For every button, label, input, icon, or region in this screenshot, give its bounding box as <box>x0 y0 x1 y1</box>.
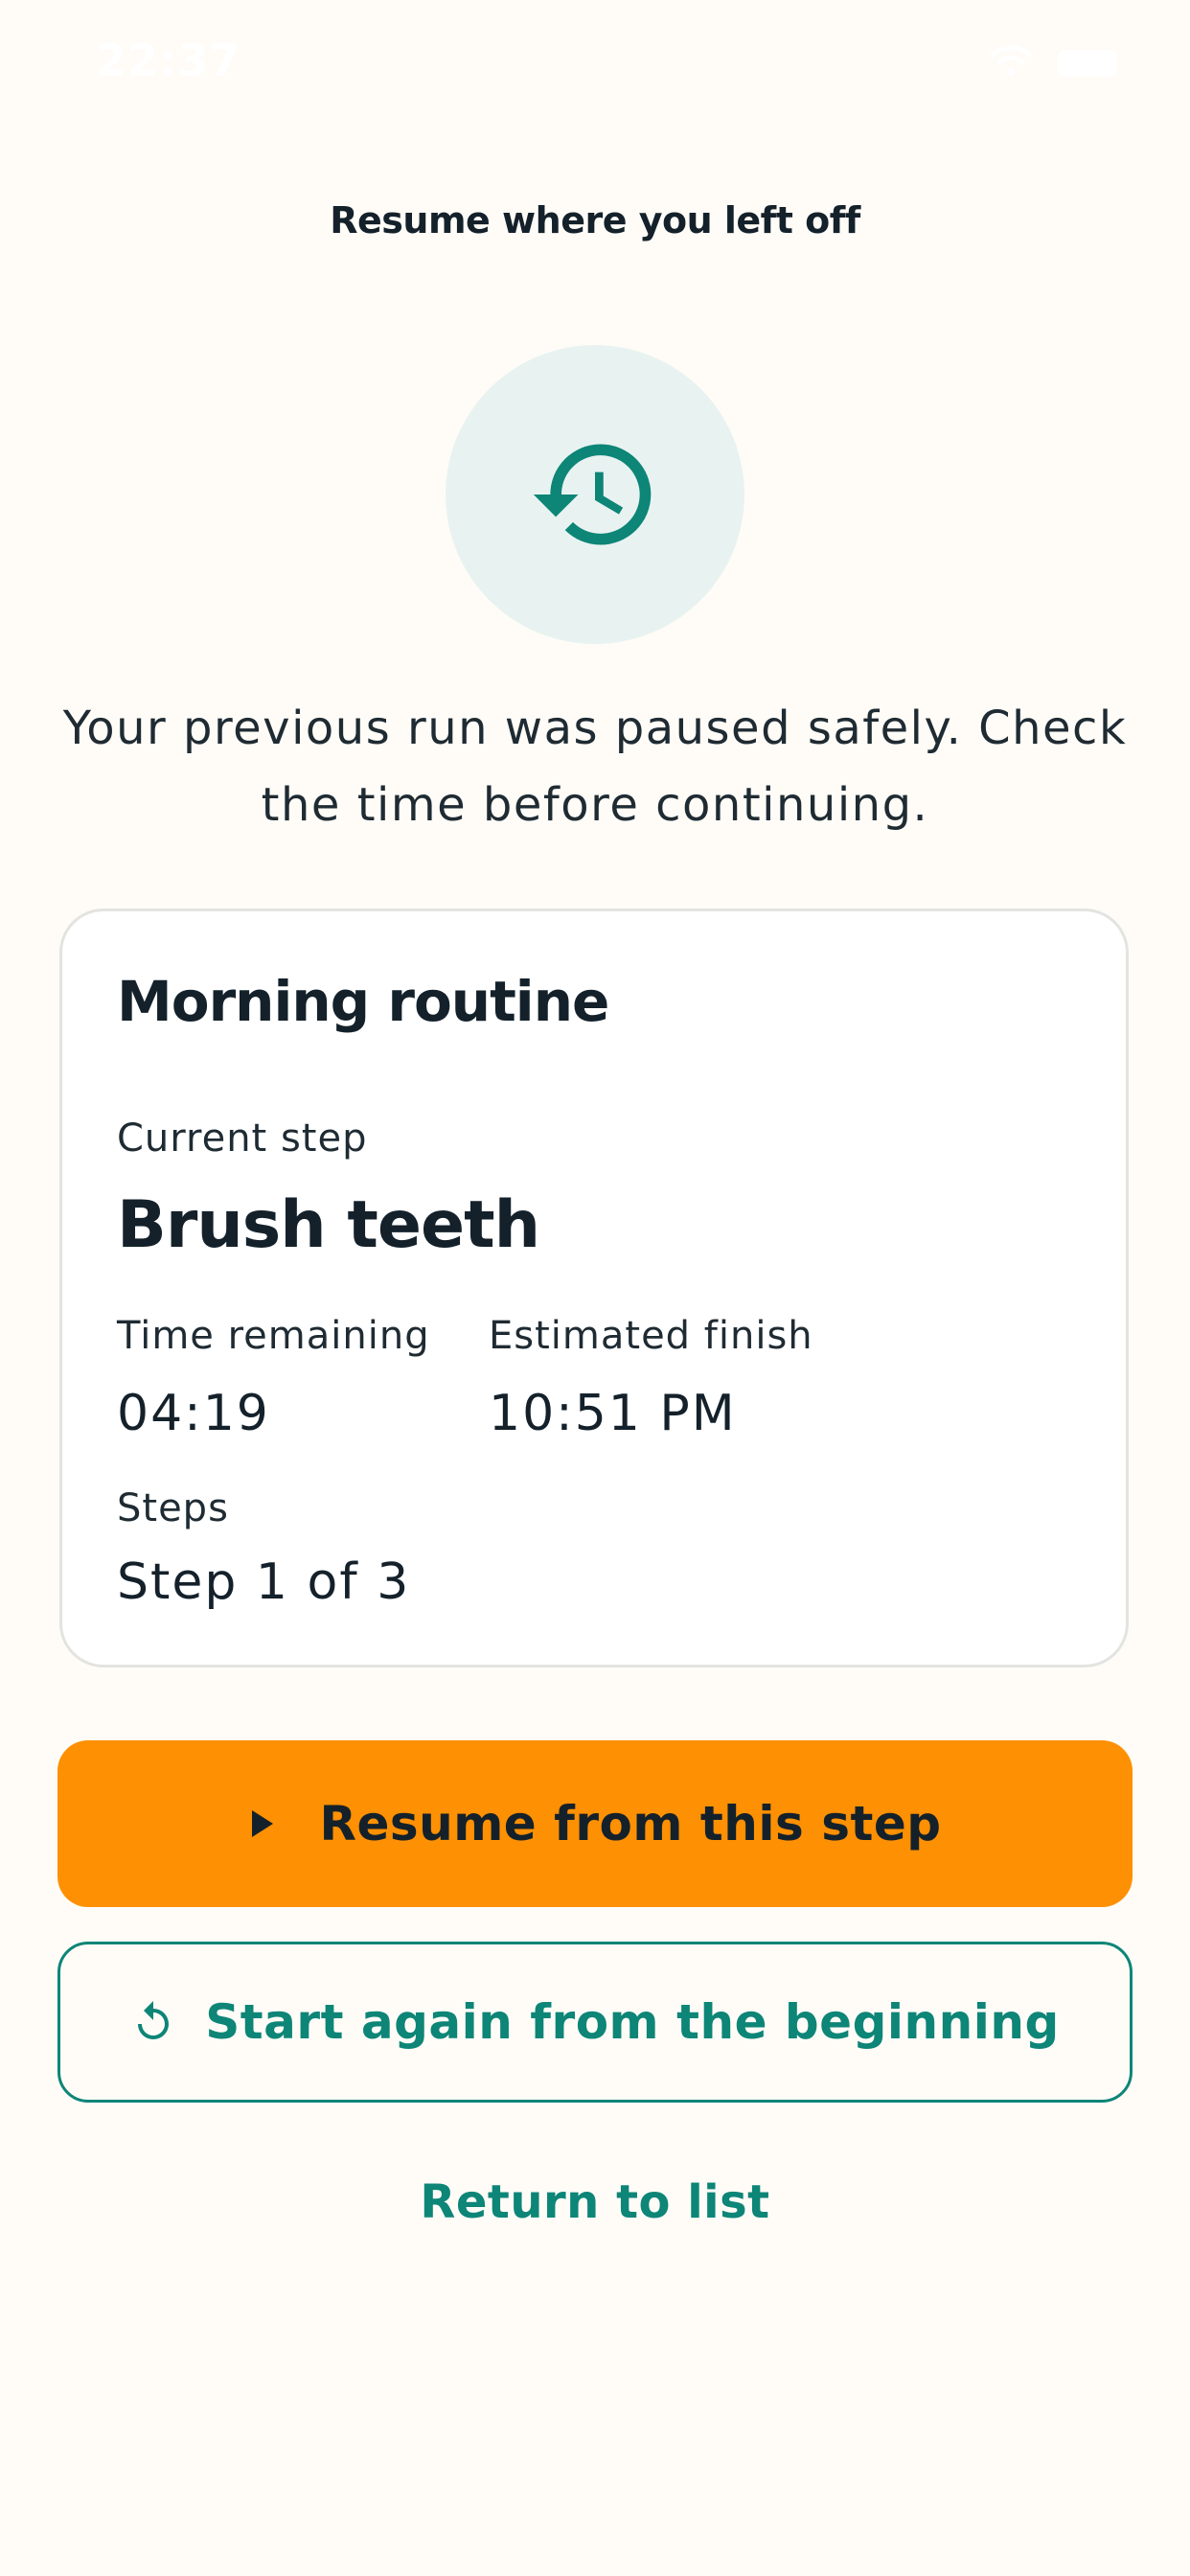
resume-button[interactable]: Resume from this step <box>57 1740 1133 1907</box>
wifi-icon <box>991 45 1031 76</box>
run-summary-card: Morning routine Current step Brush teeth… <box>59 908 1129 1668</box>
page-title: Resume where you left off <box>330 199 860 242</box>
time-remaining-value: 04:19 <box>117 1385 270 1442</box>
start-over-button[interactable]: Start again from the beginning <box>57 1942 1133 2103</box>
routine-name: Morning routine <box>117 969 609 1034</box>
start-over-button-label: Start again from the beginning <box>205 1994 1060 2050</box>
resume-button-label: Resume from this step <box>319 1796 942 1852</box>
steps-value: Step 1 of 3 <box>117 1553 411 1611</box>
current-step-label: Current step <box>117 1116 368 1161</box>
battery-icon <box>1058 50 1117 77</box>
estimated-finish-label: Estimated finish <box>489 1314 813 1358</box>
estimated-finish-value: 10:51 PM <box>489 1385 737 1442</box>
paused-message: Your previous run was paused safely. Che… <box>62 702 1128 832</box>
steps-label: Steps <box>117 1486 229 1530</box>
play-icon <box>252 1810 274 1837</box>
status-bar: 22:37 <box>0 0 1190 125</box>
status-time: 22:37 <box>96 34 241 86</box>
restart-icon <box>138 2001 170 2039</box>
current-step-value: Brush teeth <box>117 1187 540 1263</box>
time-remaining-label: Time remaining <box>117 1314 430 1358</box>
return-to-list-link[interactable]: Return to list <box>0 2175 1190 2229</box>
hero-icon-circle <box>446 345 744 644</box>
history-icon <box>533 444 652 545</box>
